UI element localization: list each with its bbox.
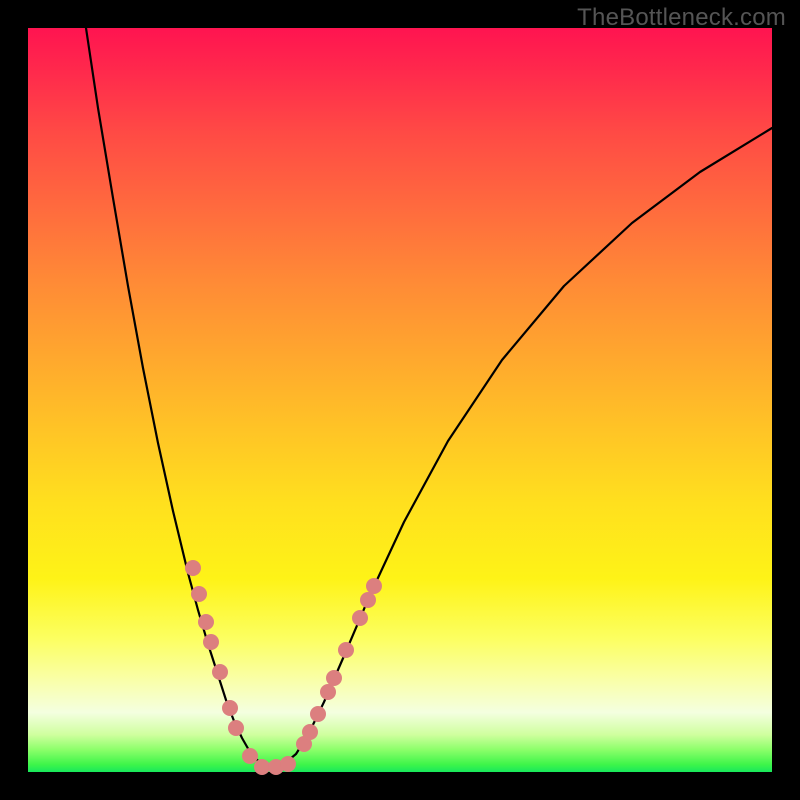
data-dot <box>326 670 342 686</box>
data-dot <box>228 720 244 736</box>
chart-svg <box>28 28 772 772</box>
chart-frame: TheBottleneck.com <box>0 0 800 800</box>
data-dot <box>320 684 336 700</box>
bottleneck-curve <box>86 28 772 768</box>
data-dot <box>352 610 368 626</box>
data-dot <box>242 748 258 764</box>
data-dot <box>254 759 270 775</box>
data-dot <box>212 664 228 680</box>
data-dot <box>310 706 326 722</box>
data-dot <box>185 560 201 576</box>
pink-dots-group <box>185 560 382 775</box>
data-dot <box>280 756 296 772</box>
data-dot <box>360 592 376 608</box>
data-dot <box>198 614 214 630</box>
data-dot <box>338 642 354 658</box>
data-dot <box>302 724 318 740</box>
data-dot <box>203 634 219 650</box>
data-dot <box>191 586 207 602</box>
data-dot <box>366 578 382 594</box>
data-dot <box>222 700 238 716</box>
plot-area <box>28 28 772 772</box>
